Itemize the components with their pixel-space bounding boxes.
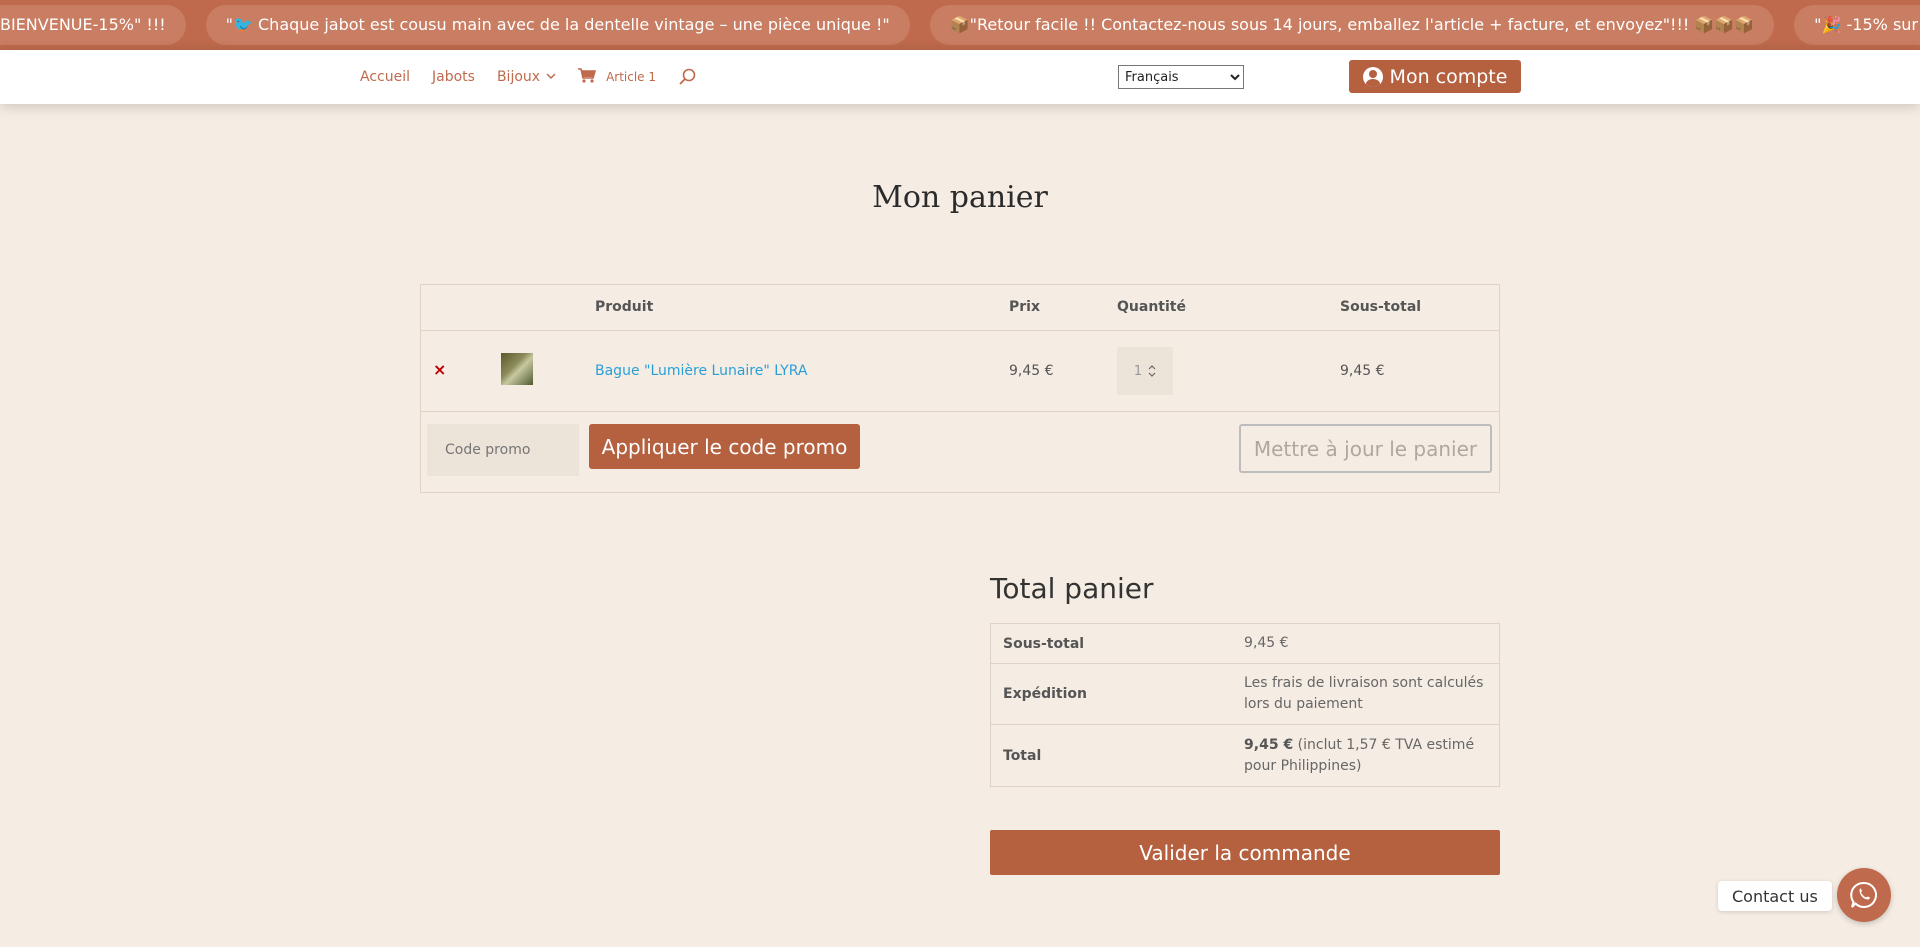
nav-cart[interactable]: Article 1 <box>578 68 656 86</box>
totals-row-subtotal: Sous-total 9,45 € <box>991 624 1499 664</box>
product-thumbnail[interactable] <box>501 353 533 385</box>
cart-table-header: Produit Prix Quantité Sous-total <box>421 285 1499 331</box>
header-product: Produit <box>595 299 654 315</box>
contact-us-label[interactable]: Contact us <box>1718 881 1832 911</box>
nav-jabots[interactable]: Jabots <box>432 69 475 85</box>
remove-item-button[interactable]: × <box>433 360 446 379</box>
ticker-message: "🐦 Chaque jabot est cousu main avec de l… <box>205 5 910 45</box>
cart-actions: Appliquer le code promo Mettre à jour le… <box>421 412 1499 492</box>
announcement-ticker: BIENVENUE-15%" !!! "🐦 Chaque jabot est c… <box>0 0 1920 50</box>
checkout-button[interactable]: Valider la commande <box>990 830 1500 875</box>
cart-table: Produit Prix Quantité Sous-total × Bague… <box>420 284 1500 493</box>
subtotal-label: Sous-total <box>1003 635 1085 652</box>
nav-bijoux[interactable]: Bijoux <box>497 69 556 85</box>
site-header: Accueil Jabots Bijoux Article 1 Français… <box>0 50 1920 104</box>
main-nav: Accueil Jabots Bijoux Article 1 <box>360 50 698 104</box>
stepper-arrows-icon[interactable] <box>1148 365 1156 377</box>
header-price: Prix <box>1009 299 1040 315</box>
total-value: 9,45 € <box>1244 736 1294 753</box>
ticker-track: BIENVENUE-15%" !!! "🐦 Chaque jabot est c… <box>0 5 1920 45</box>
total-value-cell: 9,45 € (inclut 1,57 € TVA estimé pour Ph… <box>1244 725 1499 786</box>
user-circle-icon <box>1362 66 1383 87</box>
cart-totals-title: Total panier <box>990 572 1154 605</box>
ticker-message: "🎉 -15% sur votre première comm <box>1794 5 1920 45</box>
subtotal-value: 9,45 € <box>1244 635 1289 651</box>
item-price: 9,45 € <box>1009 363 1054 379</box>
chevron-down-icon <box>546 72 556 83</box>
product-link[interactable]: Bague "Lumière Lunaire" LYRA <box>595 363 807 379</box>
whatsapp-icon[interactable] <box>1837 868 1891 922</box>
shipping-label: Expédition <box>1003 686 1088 702</box>
header-subtotal: Sous-total <box>1340 299 1422 315</box>
table-row: × Bague "Lumière Lunaire" LYRA 9,45 € 1 … <box>421 331 1499 412</box>
language-select[interactable]: Français <box>1118 65 1244 89</box>
page-title: Mon panier <box>872 180 1048 215</box>
total-label: Total <box>1003 747 1042 764</box>
totals-row-shipping: Expédition Les frais de livraison sont c… <box>991 664 1499 725</box>
item-subtotal: 9,45 € <box>1340 363 1385 379</box>
account-button[interactable]: Mon compte <box>1349 60 1521 93</box>
totals-row-total: Total 9,45 € (inclut 1,57 € TVA estimé p… <box>991 725 1499 786</box>
header-quantity: Quantité <box>1117 299 1186 315</box>
ticker-message: 📦"Retour facile !! Contactez-nous sous 1… <box>929 5 1775 45</box>
update-cart-button[interactable]: Mettre à jour le panier <box>1239 424 1492 473</box>
nav-home[interactable]: Accueil <box>360 69 410 85</box>
shipping-value: Les frais de livraison sont calculés lor… <box>1244 675 1484 712</box>
promo-code-input[interactable] <box>427 424 579 476</box>
quantity-value: 1 <box>1133 363 1143 379</box>
cart-totals-table: Sous-total 9,45 € Expédition Les frais d… <box>990 623 1500 787</box>
account-label: Mon compte <box>1389 65 1508 88</box>
ticker-message: BIENVENUE-15%" !!! <box>0 5 186 45</box>
cart-count: Article 1 <box>606 70 657 84</box>
cart-icon <box>578 68 606 86</box>
quantity-stepper[interactable]: 1 <box>1117 347 1173 395</box>
nav-bijoux-label: Bijoux <box>496 69 541 85</box>
apply-promo-button[interactable]: Appliquer le code promo <box>589 424 860 469</box>
search-icon[interactable] <box>678 67 698 87</box>
